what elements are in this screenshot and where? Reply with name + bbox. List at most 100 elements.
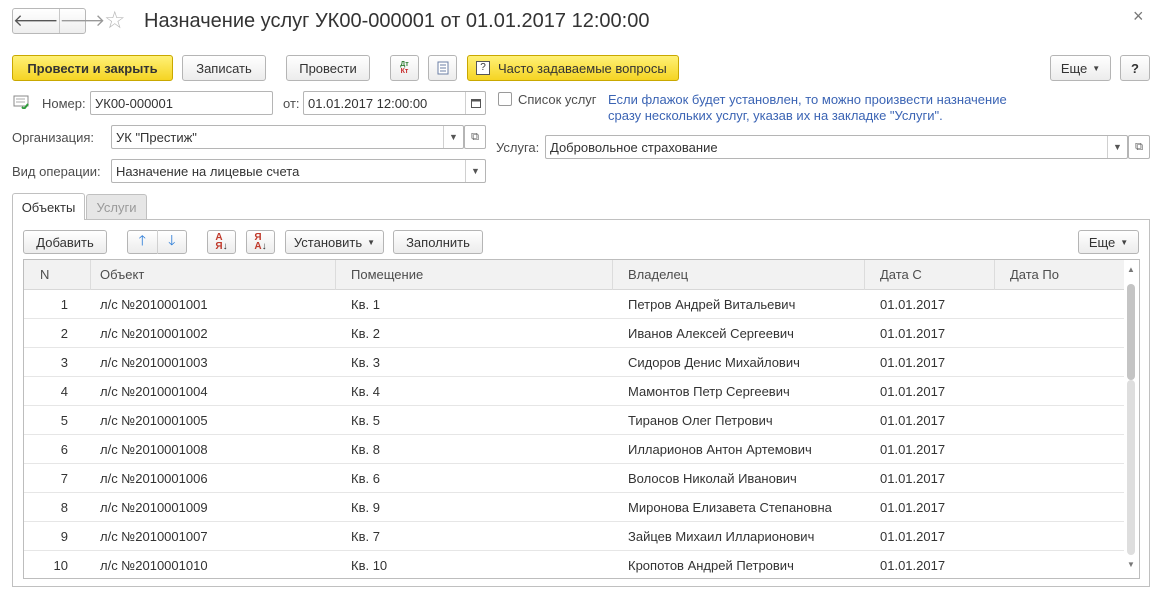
table-row[interactable]: 6 л/с №2010001008 Кв. 8 Илларионов Антон Ар…	[24, 435, 1124, 464]
table-row[interactable]: 2 л/с №2010001002 Кв. 2 Иванов Алексей Серг…	[24, 319, 1124, 348]
report-button[interactable]	[428, 55, 457, 81]
save-button[interactable]: Записать	[182, 55, 266, 81]
sort-ascending-button[interactable]: А Я↓	[207, 230, 236, 254]
objects-table: N Объект Помещение Владелец Дата С Дата …	[23, 259, 1140, 579]
table-row[interactable]: 7 л/с №2010001006 Кв. 6 Волосов Николай Ива…	[24, 464, 1124, 493]
open-organization-icon[interactable]: ⧉	[464, 125, 486, 149]
column-header-object[interactable]: Объект	[91, 260, 336, 290]
tab-services[interactable]: Услуги	[86, 194, 147, 220]
service-field[interactable]: Добровольное страхование ▼	[545, 135, 1128, 159]
column-header-n[interactable]: N	[24, 260, 91, 290]
cell-owner: Волосов Николай Иванович	[628, 471, 797, 486]
table-row[interactable]: 1 л/с №2010001001 Кв. 1 Петров Андрей Витал…	[24, 290, 1124, 319]
help-button[interactable]: ?	[1120, 55, 1150, 81]
cell-n: 7	[60, 471, 68, 486]
vertical-scrollbar[interactable]: ▲ ▼	[1124, 260, 1139, 578]
cell-date-to	[1010, 435, 1120, 464]
cell-owner: Петров Андрей Витальевич	[628, 297, 796, 312]
add-button[interactable]: Добавить	[23, 230, 107, 254]
date-field[interactable]: 01.01.2017 12:00:00	[303, 91, 486, 115]
chevron-down-icon[interactable]: ▼	[1107, 136, 1127, 158]
table-row[interactable]: 10 л/с №2010001010 Кв. 10 Кропотов Андрей П…	[24, 551, 1124, 578]
cell-object: л/с №2010001009	[100, 500, 208, 515]
post-button[interactable]: Провести	[286, 55, 370, 81]
scrollbar-track[interactable]	[1127, 380, 1135, 555]
chevron-down-icon[interactable]: ▼	[443, 126, 463, 148]
cell-n: 1	[60, 297, 68, 312]
more-label: Еще	[1060, 60, 1088, 76]
set-button[interactable]: Установить ▼	[285, 230, 384, 254]
cell-premises: Кв. 8	[351, 442, 380, 457]
services-list-label[interactable]: Список услуг	[518, 92, 597, 107]
column-header-date-from[interactable]: Дата С	[865, 260, 995, 290]
table-row[interactable]: 8 л/с №2010001009 Кв. 9 Миронова Елизавета …	[24, 493, 1124, 522]
close-icon[interactable]: ×	[1133, 6, 1144, 27]
operation-select[interactable]: Назначение на лицевые счета ▼	[111, 159, 486, 183]
scrollbar-thumb[interactable]	[1127, 284, 1135, 380]
document-icon	[437, 61, 448, 75]
number-field[interactable]: УК00-000001	[90, 91, 273, 115]
cell-n: 4	[60, 384, 68, 399]
table-more-button[interactable]: Еще ▼	[1078, 230, 1139, 254]
star-icon[interactable]: ☆	[104, 9, 126, 33]
date-value: 01.01.2017 12:00:00	[308, 95, 428, 111]
cell-n: 10	[53, 558, 68, 573]
scroll-up-icon[interactable]: ▲	[1127, 265, 1135, 274]
cell-date-to	[1010, 319, 1120, 348]
organization-field[interactable]: УК "Престиж" ▼	[111, 125, 464, 149]
cell-date-to	[1010, 377, 1120, 406]
services-list-hint: Если флажок будет установлен, то можно п…	[608, 92, 1007, 123]
cell-owner: Кропотов Андрей Петрович	[628, 558, 794, 573]
table-more-label: Еще	[1088, 234, 1116, 250]
back-arrow-icon[interactable]: 🡐	[13, 9, 59, 33]
move-up-icon[interactable]: 🡑	[128, 230, 158, 254]
cell-date-from: 01.01.2017	[880, 384, 946, 399]
column-header-premises[interactable]: Помещение	[336, 260, 613, 290]
fill-button[interactable]: Заполнить	[393, 230, 483, 254]
open-service-icon[interactable]: ⧉	[1128, 135, 1150, 159]
service-value: Добровольное страхование	[550, 139, 718, 155]
move-down-icon[interactable]: 🡓	[158, 230, 187, 254]
cell-premises: Кв. 5	[351, 413, 380, 428]
cell-premises: Кв. 7	[351, 529, 380, 544]
dt-kt-button[interactable]: Дт Кт	[390, 55, 419, 81]
chevron-down-icon[interactable]: ▼	[465, 160, 485, 182]
dt-kt-icon: Дт Кт	[400, 61, 409, 75]
forward-arrow-icon[interactable]: 🡒	[58, 9, 105, 33]
document-status-icon	[13, 95, 29, 109]
move-buttons: 🡑 🡓	[127, 230, 187, 254]
column-header-owner[interactable]: Владелец	[613, 260, 865, 290]
cell-date-to	[1010, 493, 1120, 522]
tab-objects[interactable]: Объекты	[12, 193, 85, 220]
service-label: Услуга:	[496, 140, 540, 155]
chevron-down-icon: ▼	[1092, 63, 1101, 73]
column-header-date-to[interactable]: Дата По	[995, 260, 1124, 290]
table-row[interactable]: 9 л/с №2010001007 Кв. 7 Зайцев Михаил Иллар…	[24, 522, 1124, 551]
cell-date-to	[1010, 522, 1120, 551]
calendar-icon[interactable]	[465, 92, 485, 114]
sort-ascending-icon: А Я↓	[215, 232, 228, 252]
cell-owner: Миронова Елизавета Степановна	[628, 500, 832, 515]
organization-value: УК "Престиж"	[116, 129, 197, 145]
cell-date-from: 01.01.2017	[880, 326, 946, 341]
faq-button[interactable]: ? Часто задаваемые вопросы	[467, 55, 679, 81]
chevron-down-icon: ▼	[1120, 237, 1129, 247]
cell-date-to	[1010, 406, 1120, 435]
table-row[interactable]: 4 л/с №2010001004 Кв. 4 Мамонтов Петр Серге…	[24, 377, 1124, 406]
organization-label: Организация:	[12, 130, 95, 145]
scroll-down-icon[interactable]: ▼	[1127, 560, 1135, 569]
table-row[interactable]: 3 л/с №2010001003 Кв. 3 Сидоров Денис Михай…	[24, 348, 1124, 377]
sort-descending-icon: Я А↓	[254, 232, 267, 252]
sort-descending-button[interactable]: Я А↓	[246, 230, 275, 254]
services-list-checkbox[interactable]	[498, 92, 512, 106]
more-button[interactable]: Еще ▼	[1050, 55, 1111, 81]
cell-object: л/с №2010001008	[100, 442, 208, 457]
cell-date-from: 01.01.2017	[880, 529, 946, 544]
cell-premises: Кв. 6	[351, 471, 380, 486]
table-row[interactable]: 5 л/с №2010001005 Кв. 5 Тиранов Олег Петров…	[24, 406, 1124, 435]
cell-owner: Зайцев Михаил Илларионович	[628, 529, 815, 544]
faq-label: Часто задаваемые вопросы	[498, 60, 667, 76]
post-and-close-button[interactable]: Провести и закрыть	[12, 55, 173, 81]
cell-premises: Кв. 10	[351, 558, 388, 573]
cell-date-from: 01.01.2017	[880, 500, 946, 515]
